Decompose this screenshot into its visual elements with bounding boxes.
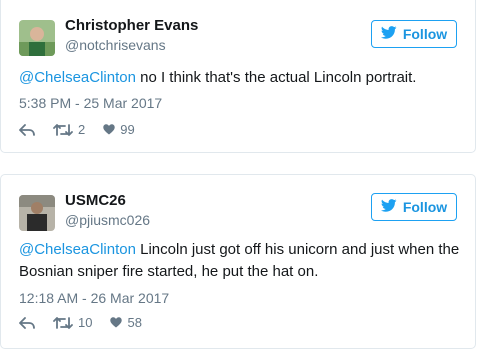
retweet-count: 10 [78, 315, 93, 330]
follow-button[interactable]: Follow [371, 20, 457, 48]
reply-button[interactable] [19, 316, 35, 329]
tweet-timestamp[interactable]: 12:18 AM - 26 Mar 2017 [19, 290, 169, 306]
tweet-body: no I think that's the actual Lincoln por… [135, 69, 417, 86]
like-button[interactable]: 99 [103, 122, 135, 137]
follow-button[interactable]: Follow [371, 193, 457, 221]
reply-icon [19, 316, 35, 329]
mention-link[interactable]: @ChelseaClinton [19, 241, 136, 258]
avatar[interactable] [19, 20, 55, 56]
avatar[interactable] [19, 195, 55, 231]
retweet-icon [53, 123, 73, 136]
tweet-actions: 2 99 [19, 122, 153, 137]
retweet-icon [53, 316, 73, 329]
mention-link[interactable]: @ChelseaClinton [19, 69, 136, 86]
tweet-text: @ChelseaClinton Lincoln just got off his… [19, 239, 461, 283]
like-button[interactable]: 58 [110, 315, 142, 330]
author-name[interactable]: USMC26 [65, 192, 126, 210]
tweet-actions: 10 58 [19, 315, 160, 330]
follow-label: Follow [402, 26, 448, 42]
twitter-bird-icon [380, 26, 397, 42]
tweet-text: @ChelseaClinton no I think that's the ac… [19, 67, 461, 89]
tweet-card: Christopher Evans @notchrisevans Follow … [0, 0, 476, 153]
reply-icon [19, 123, 35, 136]
like-count: 58 [127, 315, 142, 330]
tweet-timestamp[interactable]: 5:38 PM - 25 Mar 2017 [19, 95, 162, 111]
tweet-card: USMC26 @pjiusmc026 Follow @ChelseaClinto… [0, 174, 476, 349]
twitter-bird-icon [380, 199, 397, 215]
retweet-button[interactable]: 10 [53, 315, 92, 330]
author-handle[interactable]: @notchrisevans [65, 36, 166, 54]
heart-icon [110, 317, 123, 328]
heart-icon [103, 124, 115, 135]
author-name[interactable]: Christopher Evans [65, 17, 198, 35]
retweet-button[interactable]: 2 [53, 122, 85, 137]
follow-label: Follow [402, 199, 448, 215]
like-count: 99 [120, 122, 135, 137]
reply-button[interactable] [19, 123, 35, 136]
author-handle[interactable]: @pjiusmc026 [65, 211, 150, 229]
retweet-count: 2 [78, 122, 86, 137]
